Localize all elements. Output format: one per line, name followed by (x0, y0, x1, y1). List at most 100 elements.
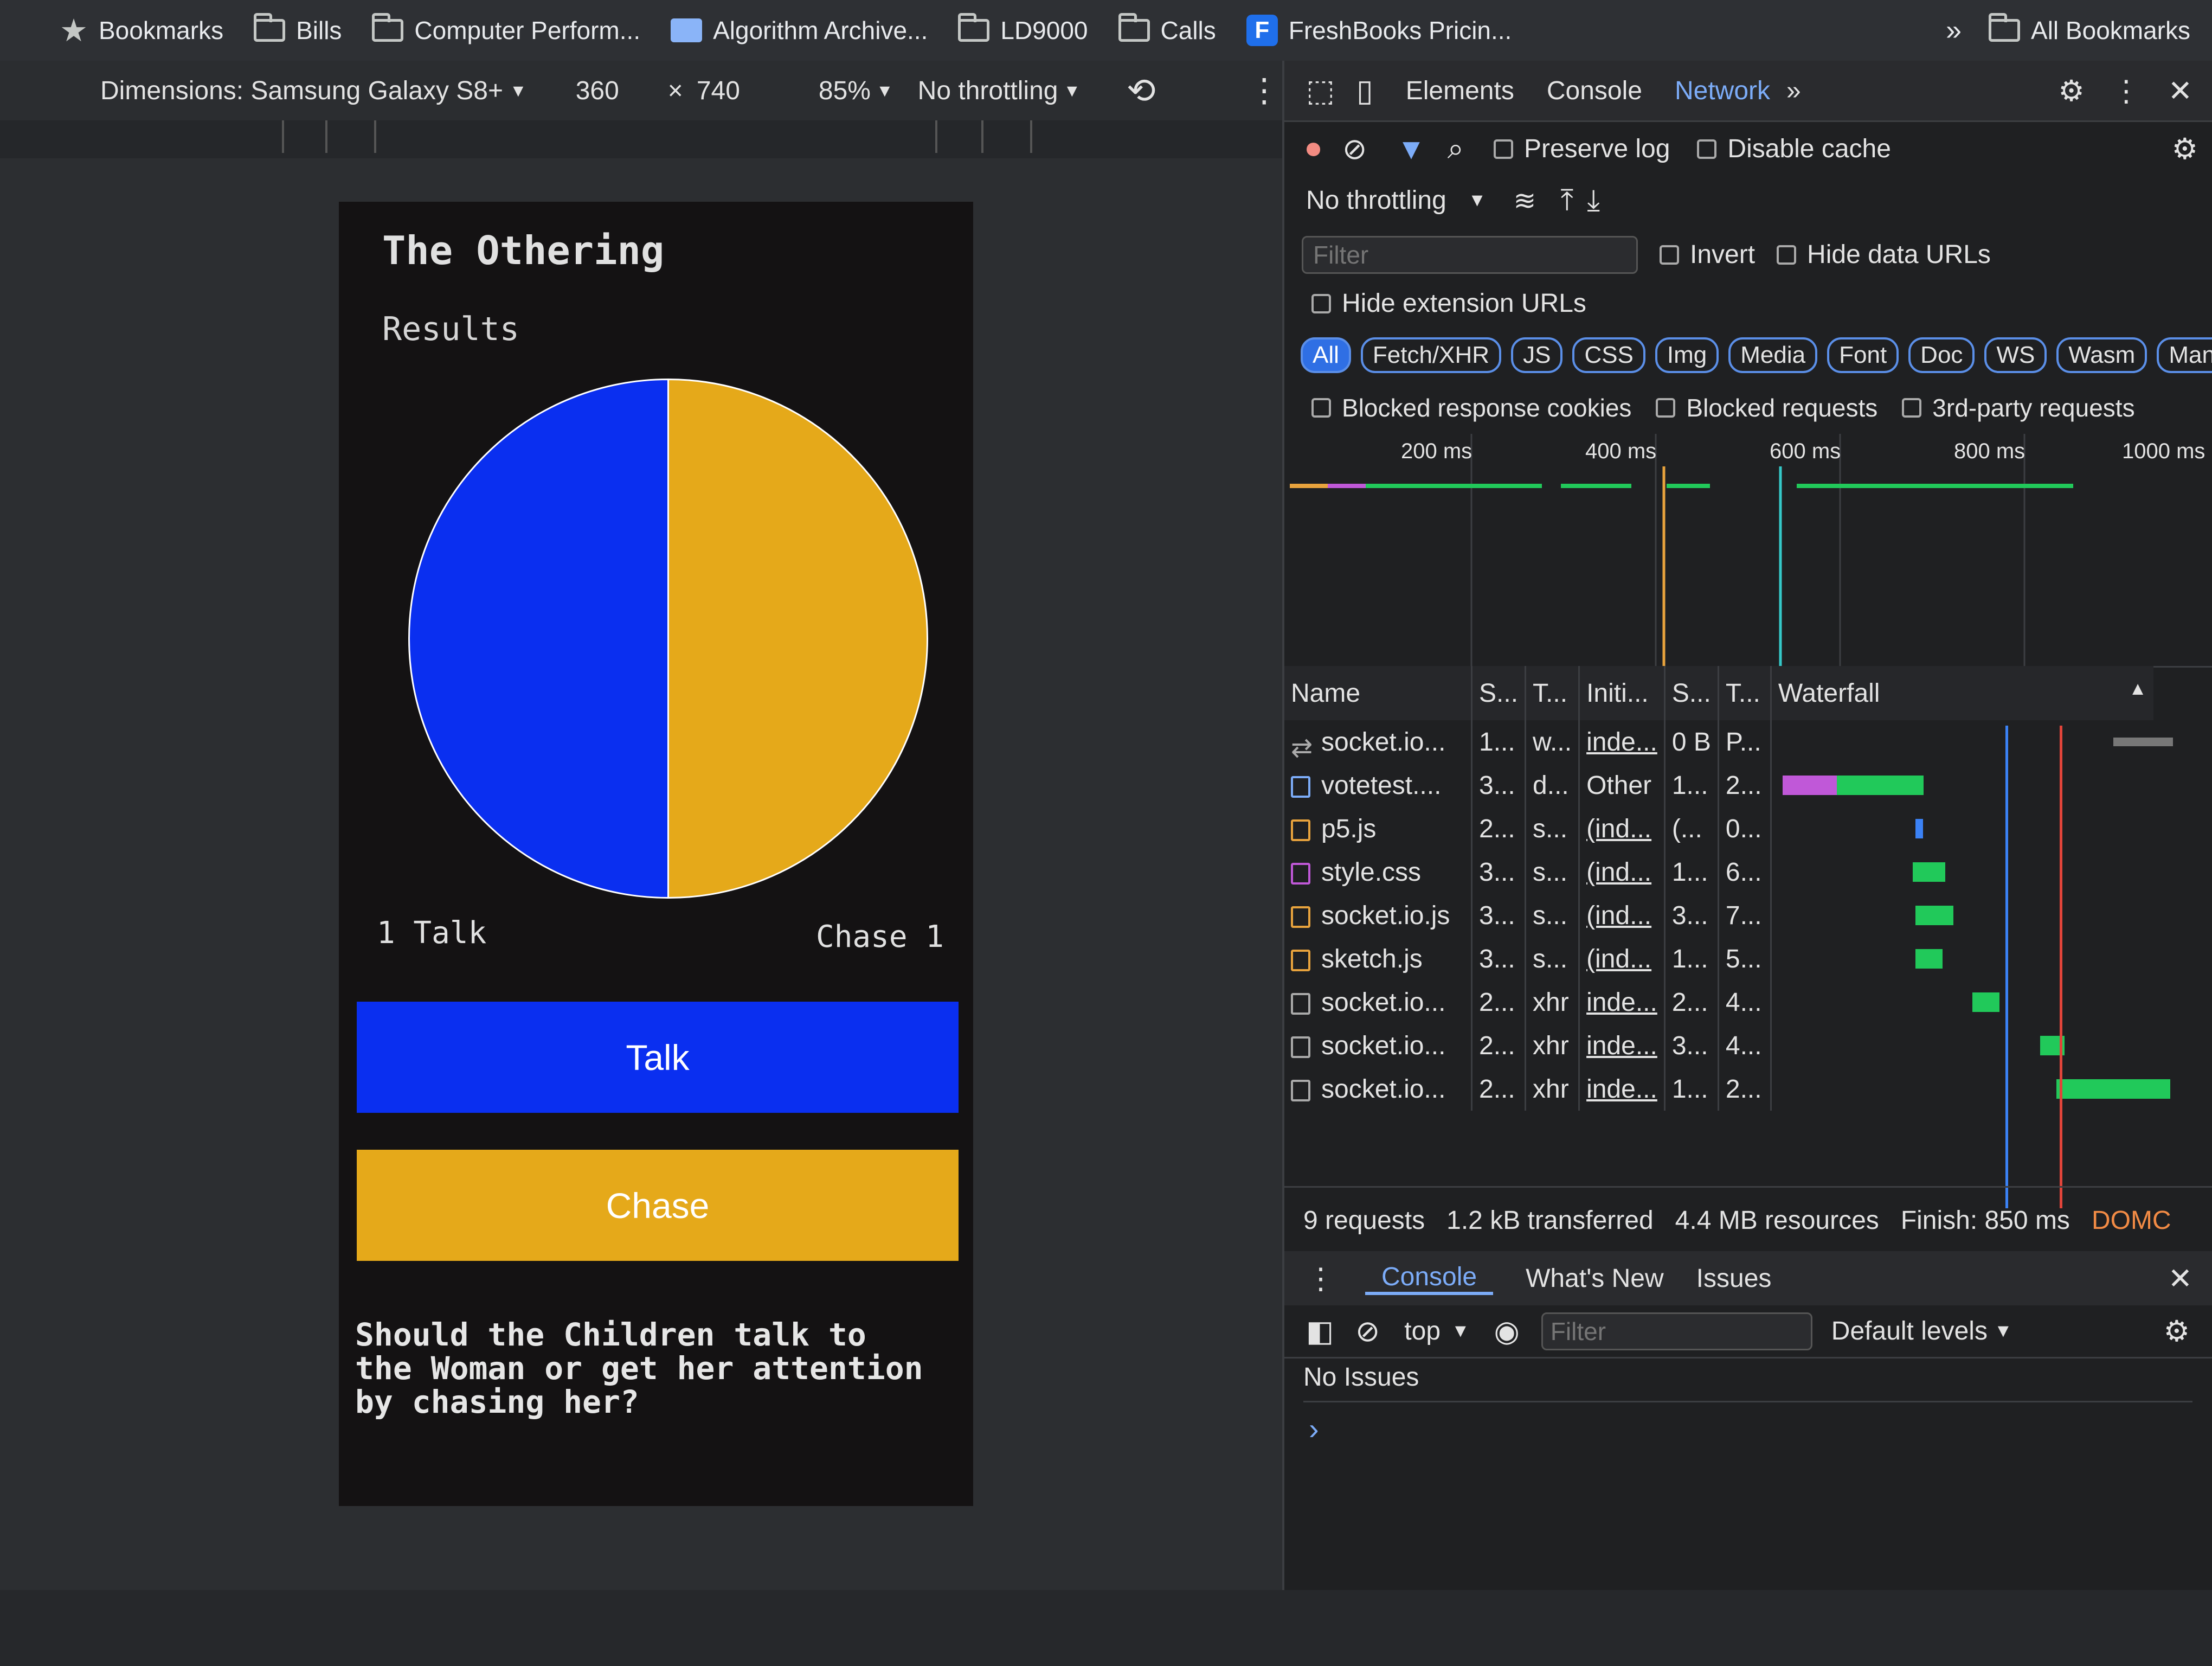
column-header-waterfall[interactable]: Waterfall ▲ (1771, 666, 2153, 720)
blocked-requests-checkbox[interactable] (1656, 398, 1676, 418)
column-header-initiator[interactable]: Initi... (1579, 666, 1666, 720)
console-filter-input[interactable] (1541, 1312, 1812, 1350)
log-levels-dropdown[interactable]: Default levels (1831, 1316, 1988, 1346)
filter-css[interactable]: CSS (1572, 337, 1645, 373)
gear-icon[interactable]: ⚙ (2164, 1314, 2190, 1348)
table-row[interactable]: socket.io.js 3... s... (ind... 3... 7... (1284, 894, 2153, 937)
filter-manifest[interactable]: Mani (2157, 337, 2212, 373)
request-initiator[interactable]: inde... (1579, 1067, 1666, 1111)
column-header-size[interactable]: S... (1664, 666, 1719, 720)
device-height-input[interactable]: 740 (697, 76, 740, 106)
zoom-dropdown[interactable]: 85% (819, 76, 871, 106)
filter-fetch-xhr[interactable]: Fetch/XHR (1360, 337, 1502, 373)
sidebar-toggle-icon[interactable]: ◧ (1306, 1314, 1334, 1348)
chevron-down-icon[interactable]: ▼ (510, 81, 527, 101)
table-row[interactable]: votetest.... 3... d... Other 1... 2... (1284, 764, 2153, 807)
table-row[interactable]: socket.io... 2... xhr inde... 2... 4... (1284, 981, 2153, 1024)
request-size: 0 B (1664, 720, 1719, 764)
more-options-icon[interactable]: ⋮ (1248, 72, 1281, 110)
chase-button[interactable]: Chase (357, 1150, 959, 1261)
filter-img[interactable]: Img (1655, 337, 1719, 373)
rotate-icon[interactable]: ⟲ (1127, 71, 1156, 111)
device-dimensions-dropdown[interactable]: Dimensions: Samsung Galaxy S8+ (100, 76, 503, 106)
close-icon[interactable]: ✕ (2168, 1261, 2192, 1296)
clear-console-icon[interactable]: ⊘ (1355, 1314, 1380, 1348)
bookmark-calls[interactable]: Calls (1118, 13, 1216, 45)
column-header-type[interactable]: T... (1525, 666, 1580, 720)
bookmark-ld9000[interactable]: LD9000 (958, 13, 1088, 45)
tab-elements[interactable]: Elements (1406, 76, 1514, 106)
filter-ws[interactable]: WS (1984, 337, 2047, 373)
column-header-status[interactable]: S... (1471, 666, 1527, 720)
bookmark-bookmarks[interactable]: ★ Bookmarks (60, 12, 223, 49)
table-row[interactable]: sketch.js 3... s... (ind... 1... 5... (1284, 937, 2153, 981)
column-header-time[interactable]: T... (1718, 666, 1772, 720)
bookmark-bills[interactable]: Bills (254, 13, 342, 45)
preserve-log-checkbox[interactable] (1493, 139, 1513, 159)
bookmark-computer-perform[interactable]: Computer Perform... (372, 13, 640, 45)
filter-media[interactable]: Media (1728, 337, 1818, 373)
table-row[interactable]: ⇄ socket.io... 1... w... inde... 0 B P... (1284, 720, 2173, 764)
hide-extension-urls-checkbox[interactable] (1311, 293, 1331, 313)
invert-checkbox[interactable] (1660, 245, 1679, 265)
hide-data-urls-checkbox[interactable] (1777, 245, 1797, 265)
more-tabs-button[interactable]: » (1786, 76, 1801, 106)
network-throttling-dropdown[interactable]: No throttling (1306, 185, 1446, 215)
request-initiator[interactable]: (ind... (1579, 807, 1666, 850)
eye-icon[interactable]: ◉ (1494, 1314, 1520, 1348)
record-icon[interactable]: ⏺ (1306, 132, 1321, 166)
bookmark-algorithm-archive[interactable]: Algorithm Archive... (671, 16, 928, 45)
bookmark-freshbooks[interactable]: F FreshBooks Pricin... (1246, 15, 1512, 46)
clear-icon[interactable]: ⊘ (1342, 132, 1367, 166)
request-initiator[interactable]: (ind... (1579, 894, 1666, 937)
bookmarks-overflow-button[interactable]: » (1946, 14, 1962, 47)
table-row[interactable]: socket.io... 2... xhr inde... 1... 2... (1284, 1067, 2170, 1111)
chevron-down-icon[interactable]: ▼ (876, 81, 893, 101)
drawer-tab-issues[interactable]: Issues (1696, 1264, 1772, 1293)
search-icon[interactable]: ⌕ (1448, 132, 1464, 166)
filter-font[interactable]: Font (1827, 337, 1899, 373)
chevron-down-icon[interactable]: ▼ (1063, 81, 1081, 101)
table-row[interactable]: p5.js 2... s... (ind... (... 0... (1284, 807, 2153, 850)
table-row[interactable]: socket.io... 2... xhr inde... 3... 4... (1284, 1024, 2153, 1067)
close-icon[interactable]: ✕ (2168, 74, 2192, 108)
column-header-name[interactable]: Name (1284, 666, 1472, 720)
drawer-tab-console[interactable]: Console (1365, 1262, 1494, 1295)
device-toggle-icon[interactable]: ▯ (1356, 73, 1373, 108)
more-options-icon[interactable]: ⋮ (2112, 74, 2141, 108)
tab-console[interactable]: Console (1547, 76, 1642, 106)
chevron-down-icon[interactable]: ▼ (1468, 190, 1487, 211)
table-row[interactable]: style.css 3... s... (ind... 1... 6... (1284, 850, 2153, 894)
filter-js[interactable]: JS (1511, 337, 1563, 373)
more-options-icon[interactable]: ⋮ (1306, 1261, 1335, 1296)
inspect-element-icon[interactable]: ⬚ (1306, 73, 1335, 108)
request-initiator[interactable]: inde... (1579, 1024, 1666, 1067)
network-conditions-icon[interactable]: ≋ (1513, 185, 1536, 216)
filter-wasm[interactable]: Wasm (2056, 337, 2147, 373)
context-dropdown[interactable]: top (1404, 1316, 1441, 1346)
chevron-down-icon[interactable]: ▼ (1994, 1321, 2012, 1342)
request-initiator[interactable]: inde... (1579, 981, 1666, 1024)
request-initiator[interactable]: inde... (1579, 720, 1666, 764)
console-prompt[interactable]: › (1309, 1411, 1319, 1446)
network-filter-input[interactable] (1302, 235, 1638, 274)
filter-icon[interactable]: ▼ (1397, 132, 1425, 166)
filter-all[interactable]: All (1301, 337, 1351, 373)
chevron-down-icon[interactable]: ▼ (1451, 1321, 1470, 1342)
download-icon[interactable]: ⤓ (1587, 183, 1600, 217)
third-party-requests-checkbox[interactable] (1902, 398, 1922, 418)
device-throttling-dropdown[interactable]: No throttling (918, 76, 1058, 106)
drawer-tab-whats-new[interactable]: What's New (1526, 1264, 1664, 1293)
tab-network[interactable]: Network (1675, 76, 1770, 106)
blocked-response-cookies-checkbox[interactable] (1311, 398, 1331, 418)
request-initiator[interactable]: (ind... (1579, 937, 1666, 981)
filter-doc[interactable]: Doc (1908, 337, 1975, 373)
upload-icon[interactable]: ⤒ (1560, 183, 1573, 217)
device-width-input[interactable]: 360 (576, 76, 619, 106)
gear-icon[interactable]: ⚙ (2172, 132, 2198, 166)
gear-icon[interactable]: ⚙ (2058, 74, 2084, 108)
talk-button[interactable]: Talk (357, 1002, 959, 1113)
all-bookmarks-button[interactable]: All Bookmarks (1989, 13, 2190, 45)
disable-cache-checkbox[interactable] (1697, 139, 1717, 159)
request-initiator[interactable]: (ind... (1579, 850, 1666, 894)
